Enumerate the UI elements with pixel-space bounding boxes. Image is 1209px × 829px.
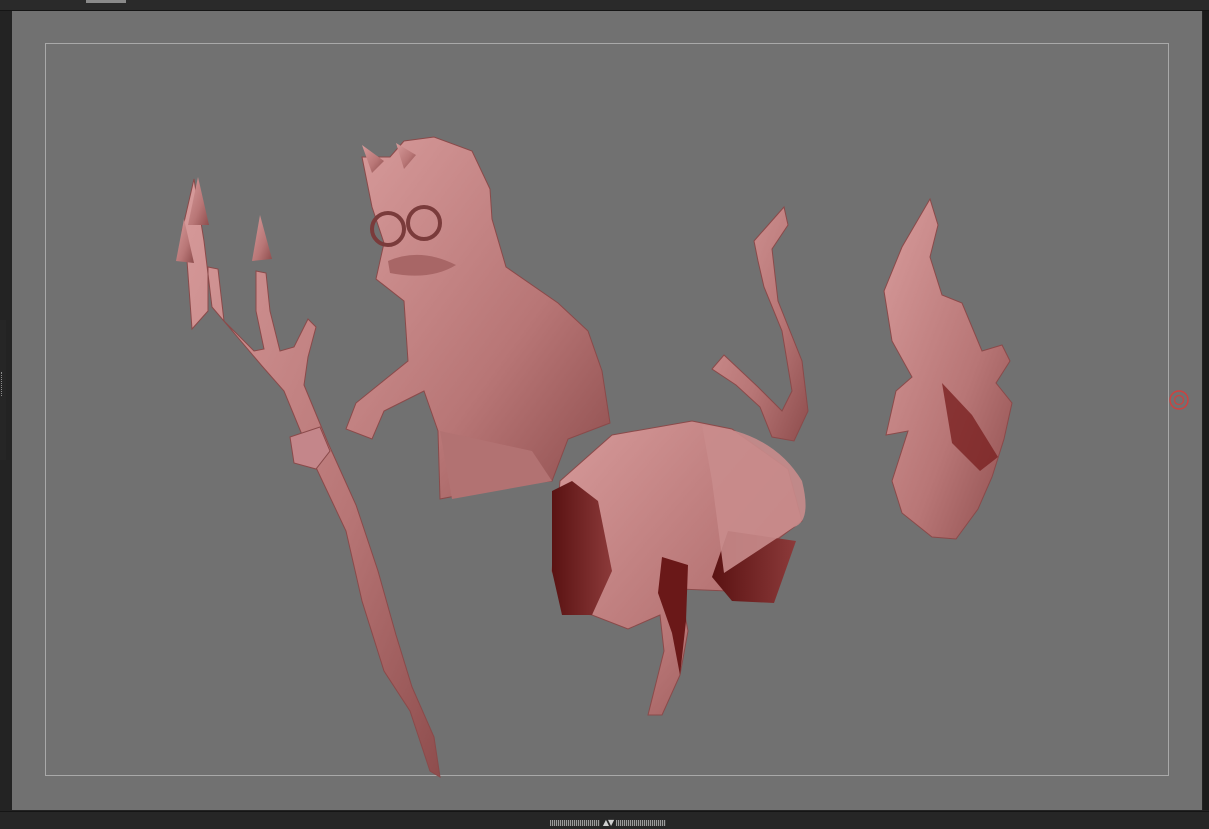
scene-render: [176, 136, 1013, 778]
top-tab-indicator[interactable]: [86, 0, 126, 3]
top-toolbar: [0, 0, 1209, 11]
application-window: ▲▼: [0, 0, 1209, 829]
target-icon[interactable]: [1168, 389, 1190, 411]
viewport-resize-handle[interactable]: ▲▼: [543, 818, 673, 827]
bottom-status-bar: ▲▼: [0, 811, 1209, 829]
resize-grip-left: [549, 819, 600, 826]
target-icon-graphic: [1169, 390, 1189, 410]
flame-model[interactable]: [883, 197, 1013, 540]
shorts-and-legs-model[interactable]: [551, 420, 806, 716]
devil-torso-model[interactable]: [345, 136, 611, 500]
3d-viewport[interactable]: [12, 11, 1202, 810]
left-panel-grip[interactable]: [1, 372, 6, 396]
up-down-arrows-icon: ▲▼: [602, 817, 614, 827]
right-panel-edge: [1203, 11, 1209, 810]
resize-grip-right: [616, 819, 667, 826]
tail-model[interactable]: [711, 205, 809, 442]
